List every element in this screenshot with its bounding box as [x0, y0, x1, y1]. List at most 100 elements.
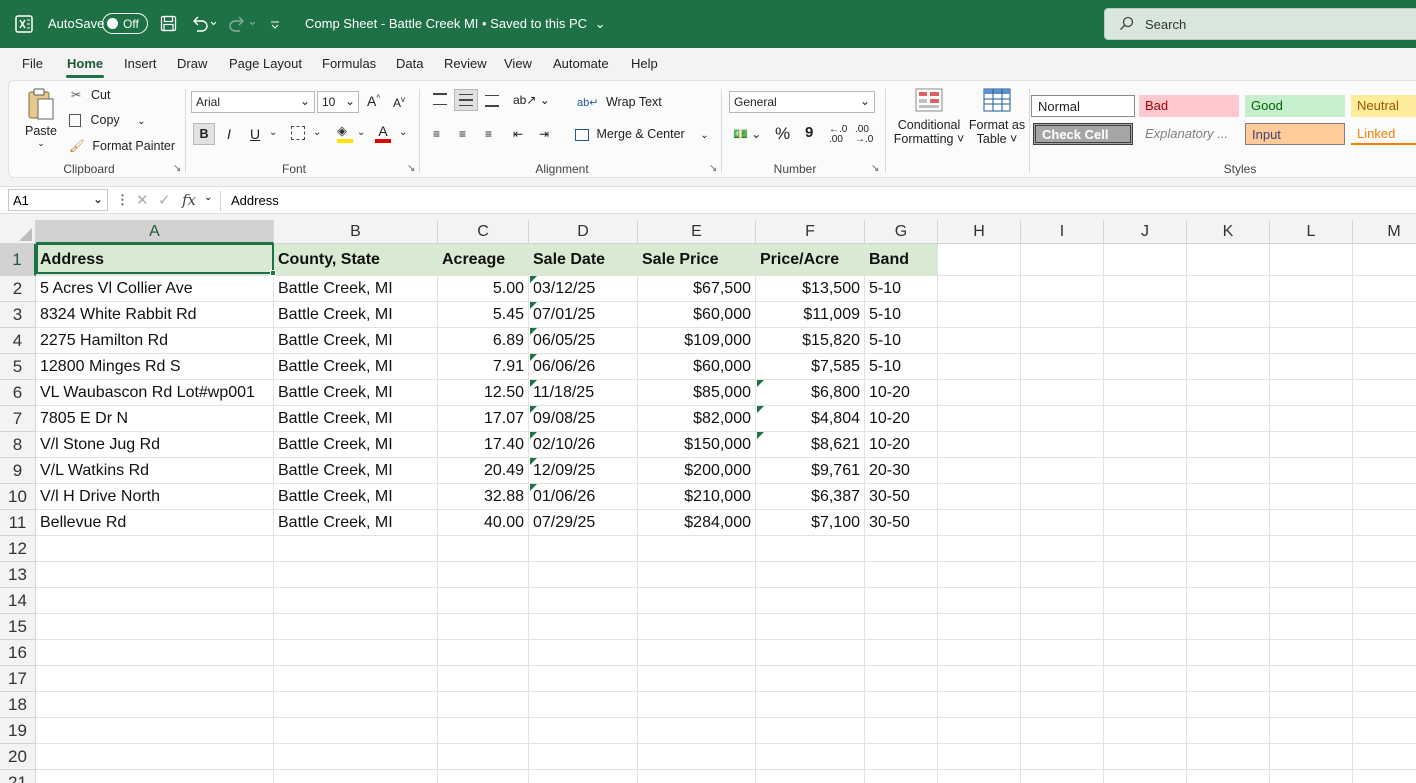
table-cell[interactable]: Battle Creek, MI [274, 354, 438, 380]
empty-cell[interactable] [529, 718, 638, 744]
empty-cell[interactable] [1021, 406, 1104, 432]
empty-cell[interactable] [1270, 510, 1353, 536]
table-cell[interactable]: 32.88 [438, 484, 529, 510]
empty-cell[interactable] [1104, 744, 1187, 770]
empty-cell[interactable] [274, 588, 438, 614]
empty-cell[interactable] [1021, 770, 1104, 783]
table-cell[interactable]: $284,000 [638, 510, 756, 536]
table-cell[interactable]: $150,000 [638, 432, 756, 458]
empty-cell[interactable] [1187, 276, 1270, 302]
table-cell[interactable]: Battle Creek, MI [274, 510, 438, 536]
dialog-launcher-icon[interactable]: ↘ [407, 163, 415, 174]
empty-cell[interactable] [438, 692, 529, 718]
tab-home[interactable]: Home [67, 56, 103, 71]
empty-cell[interactable] [1187, 562, 1270, 588]
row-header-11[interactable]: 11 [0, 510, 36, 536]
table-cell[interactable]: 09/08/25 [529, 406, 638, 432]
table-cell[interactable]: Battle Creek, MI [274, 302, 438, 328]
error-indicator-icon[interactable] [530, 354, 537, 361]
empty-cell[interactable] [938, 328, 1021, 354]
column-header-b[interactable]: B [274, 220, 438, 244]
style-normal[interactable]: Normal [1031, 95, 1135, 117]
empty-cell[interactable] [36, 562, 274, 588]
empty-cell[interactable] [938, 536, 1021, 562]
worksheet-grid[interactable]: A B C D E F G H I J K L M 1 Address County, State Acreag… [0, 220, 1416, 783]
empty-cell[interactable] [1104, 640, 1187, 666]
row-header-15[interactable]: 15 [0, 614, 36, 640]
empty-cell[interactable] [1021, 510, 1104, 536]
empty-cell[interactable] [1353, 458, 1416, 484]
empty-cell[interactable] [1270, 484, 1353, 510]
empty-cell[interactable] [529, 770, 638, 783]
table-cell[interactable]: 17.07 [438, 406, 529, 432]
empty-cell[interactable] [1187, 770, 1270, 783]
empty-cell[interactable] [1104, 770, 1187, 783]
decrease-font-size-icon[interactable]: Av [393, 95, 405, 110]
table-cell[interactable]: 12800 Minges Rd S [36, 354, 274, 380]
empty-cell[interactable] [938, 276, 1021, 302]
insert-function-icon[interactable]: fx [182, 191, 196, 209]
header-cell[interactable]: Acreage [438, 244, 529, 276]
column-header-a[interactable]: A [36, 220, 274, 244]
header-cell[interactable]: Price/Acre [756, 244, 865, 276]
empty-cell[interactable] [1021, 484, 1104, 510]
empty-cell[interactable] [1104, 484, 1187, 510]
table-cell[interactable]: 03/12/25 [529, 276, 638, 302]
column-header-j[interactable]: J [1104, 220, 1187, 244]
empty-cell[interactable] [1270, 276, 1353, 302]
row-header-12[interactable]: 12 [0, 536, 36, 562]
empty-cell[interactable] [638, 640, 756, 666]
empty-cell[interactable] [274, 718, 438, 744]
empty-cell[interactable] [274, 666, 438, 692]
empty-cell[interactable] [438, 562, 529, 588]
align-middle-icon[interactable] [454, 89, 478, 111]
table-cell[interactable]: 07/01/25 [529, 302, 638, 328]
empty-cell[interactable] [1187, 406, 1270, 432]
table-cell[interactable]: V/l H Drive North [36, 484, 274, 510]
empty-cell[interactable] [638, 562, 756, 588]
table-cell[interactable]: 2275 Hamilton Rd [36, 328, 274, 354]
column-header-m[interactable]: M [1353, 220, 1416, 244]
empty-cell[interactable] [1104, 692, 1187, 718]
table-cell[interactable]: 8324 White Rabbit Rd [36, 302, 274, 328]
number-format-select[interactable]: General ⌄ [729, 91, 875, 113]
table-cell[interactable]: 20.49 [438, 458, 529, 484]
empty-cell[interactable] [1104, 302, 1187, 328]
empty-cell[interactable] [1104, 244, 1187, 276]
fill-color-icon[interactable]: ◈ [337, 123, 353, 143]
empty-cell[interactable] [1104, 380, 1187, 406]
error-indicator-icon[interactable] [530, 380, 537, 387]
empty-cell[interactable] [1187, 354, 1270, 380]
empty-cell[interactable] [36, 588, 274, 614]
empty-cell[interactable] [36, 692, 274, 718]
empty-cell[interactable] [865, 718, 938, 744]
table-cell[interactable]: $4,804 [756, 406, 865, 432]
table-cell[interactable]: $210,000 [638, 484, 756, 510]
font-size-select[interactable]: 10 ⌄ [317, 91, 359, 113]
empty-cell[interactable] [638, 718, 756, 744]
search-input[interactable]: Search [1104, 8, 1416, 40]
table-cell[interactable]: 6.89 [438, 328, 529, 354]
table-cell[interactable]: 11/18/25 [529, 380, 638, 406]
empty-cell[interactable] [638, 692, 756, 718]
table-cell[interactable]: Bellevue Rd [36, 510, 274, 536]
row-header-10[interactable]: 10 [0, 484, 36, 510]
empty-cell[interactable] [865, 666, 938, 692]
empty-cell[interactable] [638, 536, 756, 562]
borders-icon[interactable] [291, 126, 305, 140]
empty-cell[interactable] [938, 692, 1021, 718]
empty-cell[interactable] [529, 666, 638, 692]
empty-cell[interactable] [1021, 276, 1104, 302]
table-cell[interactable]: Battle Creek, MI [274, 458, 438, 484]
empty-cell[interactable] [1021, 458, 1104, 484]
enter-icon[interactable]: ✓ [158, 191, 171, 209]
empty-cell[interactable] [36, 770, 274, 783]
chevron-down-icon[interactable]: ⌄ [357, 127, 365, 138]
empty-cell[interactable] [1187, 380, 1270, 406]
empty-cell[interactable] [1104, 510, 1187, 536]
empty-cell[interactable] [756, 770, 865, 783]
empty-cell[interactable] [938, 302, 1021, 328]
empty-cell[interactable] [756, 718, 865, 744]
empty-cell[interactable] [438, 770, 529, 783]
accounting-format-icon[interactable]: 💵 ⌄ [733, 127, 761, 141]
